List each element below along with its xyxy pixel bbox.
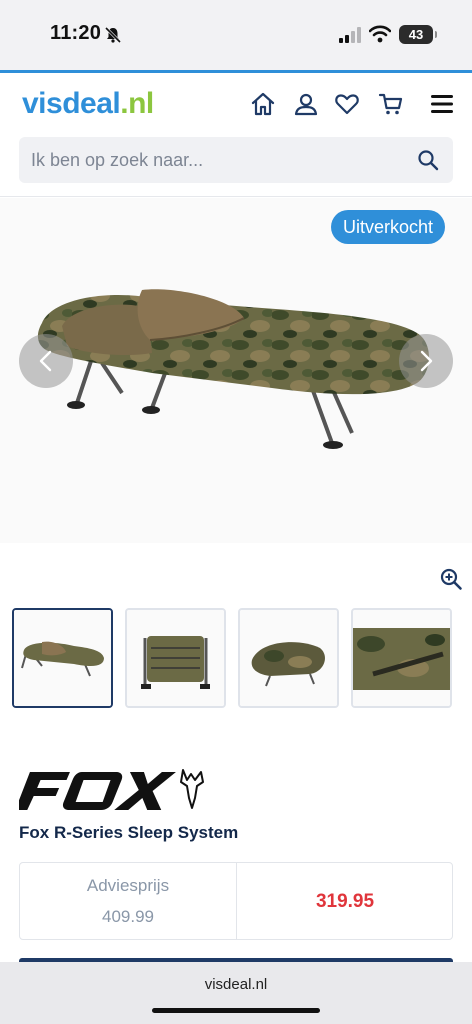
chevron-right-icon	[420, 350, 433, 372]
thumbnail-1[interactable]	[12, 608, 113, 708]
logo-text-tld: .nl	[120, 87, 154, 120]
home-indicator[interactable]	[152, 1008, 320, 1013]
thumbnail-image	[240, 610, 337, 706]
home-icon[interactable]	[250, 91, 276, 117]
thumbnail-2[interactable]	[125, 608, 226, 708]
price-box: Adviesprijs 409.99 319.95	[19, 862, 453, 940]
thumbnail-3[interactable]	[238, 608, 339, 708]
product-gallery: Uitverkocht	[0, 198, 472, 543]
logo-text-main: visdeal	[22, 87, 121, 120]
browser-url-bar[interactable]: visdeal.nl	[0, 962, 472, 1024]
sold-out-badge: Uitverkocht	[331, 210, 446, 244]
product-image[interactable]	[32, 278, 440, 458]
thumbnail-4[interactable]	[351, 608, 452, 708]
status-bar: 11:20 43	[0, 0, 472, 70]
site-header: visdeal.nl	[0, 73, 472, 197]
advies-price-label: Adviesprijs	[86, 876, 170, 895]
zoom-in-icon[interactable]	[439, 567, 463, 591]
thumbnail-image	[14, 610, 111, 706]
user-icon[interactable]	[293, 91, 319, 117]
chevron-left-icon	[39, 350, 52, 372]
thumbnail-image	[127, 610, 224, 706]
browser-url-text[interactable]: visdeal.nl	[0, 976, 472, 993]
wifi-icon	[369, 25, 391, 43]
gallery-next-button[interactable]	[399, 334, 453, 388]
status-time: 11:20	[50, 22, 102, 44]
search-input[interactable]	[19, 137, 453, 183]
menu-icon[interactable]	[429, 91, 455, 117]
fox-brand-logo	[19, 769, 204, 810]
bell-muted-icon	[104, 26, 122, 44]
signal-icon	[339, 27, 361, 43]
heart-icon[interactable]	[334, 91, 360, 117]
thumbnail-image	[353, 610, 450, 706]
search-icon[interactable]	[416, 148, 440, 172]
sale-price: 319.95	[315, 891, 375, 912]
product-title: Fox R-Series Sleep System	[19, 823, 239, 842]
battery-indicator: 43	[399, 25, 437, 44]
gallery-prev-button[interactable]	[19, 334, 73, 388]
site-logo[interactable]: visdeal.nl	[22, 87, 154, 121]
advies-price-value: 409.99	[102, 907, 154, 926]
cart-icon[interactable]	[378, 91, 404, 117]
